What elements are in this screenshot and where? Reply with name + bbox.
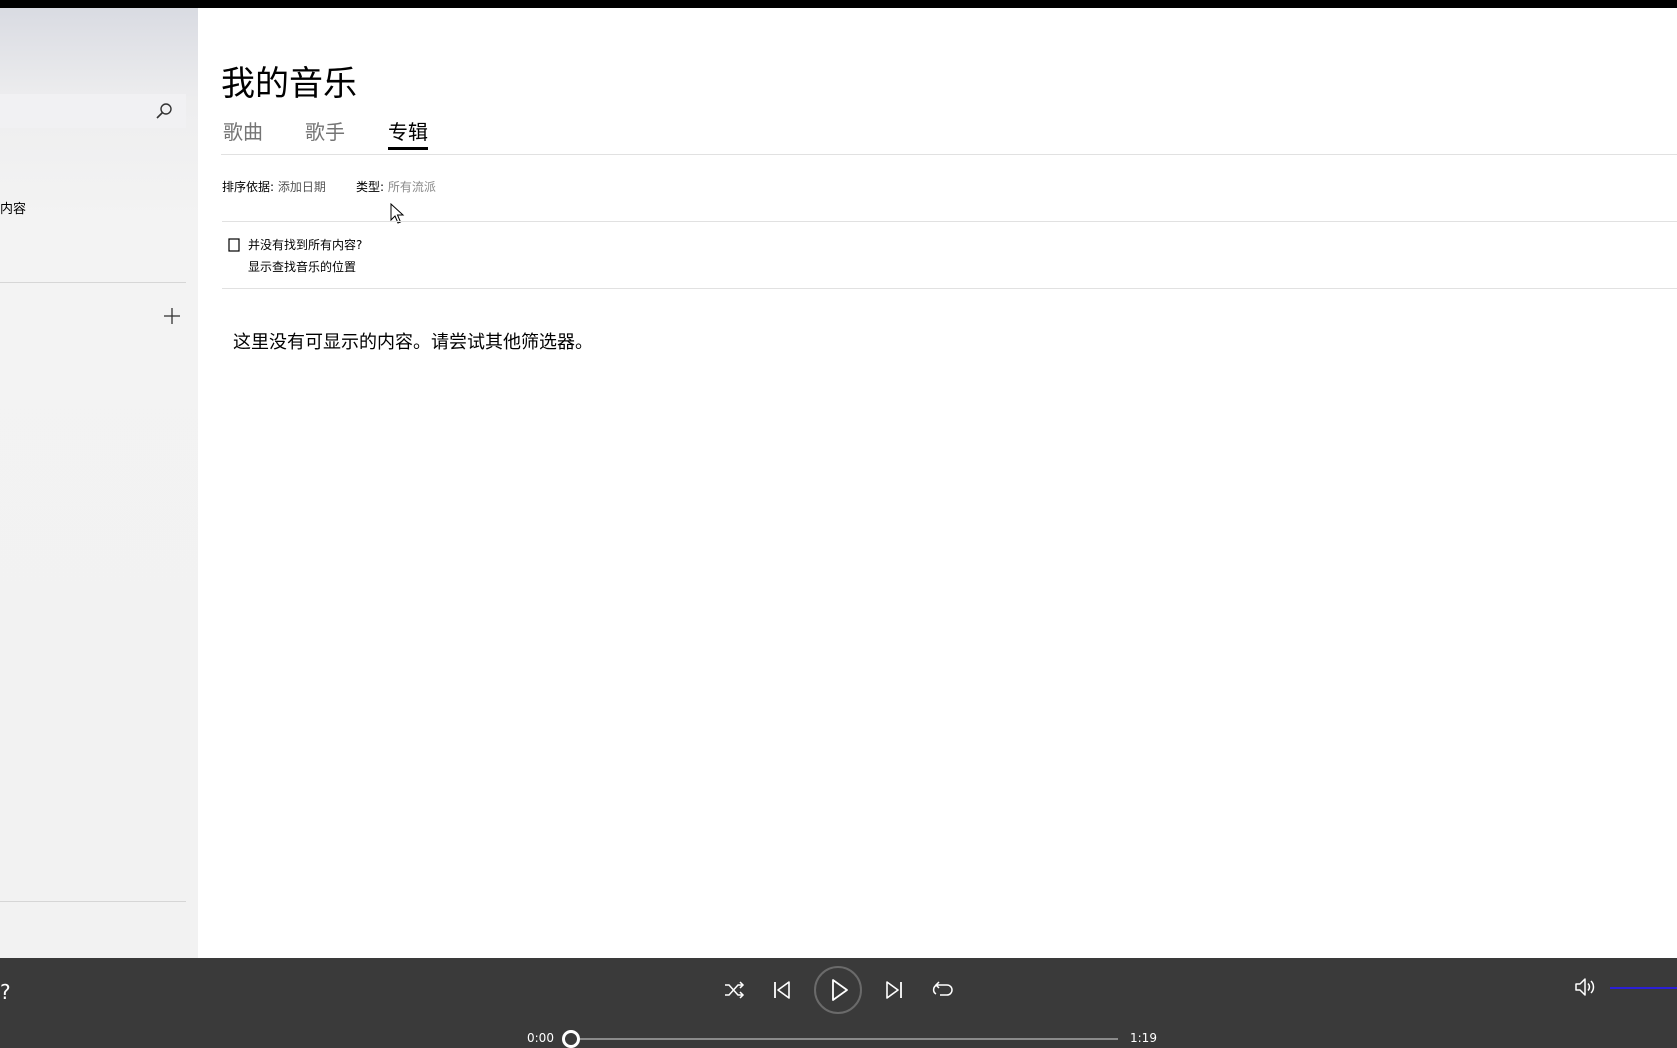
volume-slider[interactable] [1610,987,1677,989]
current-time: 0:00 [527,1031,554,1045]
search-input[interactable] [0,94,186,128]
type-label: 类型: [356,180,385,194]
repeat-icon[interactable] [928,976,956,1004]
sort-label: 排序依据: [222,180,275,194]
type-value[interactable]: 所有流派 [388,180,436,194]
music-app-window: 内容 我的音乐 歌曲 歌手 专辑 排序依据: 添加日期 类型: 所有流派 并没有… [0,8,1677,1048]
progress-track[interactable] [570,1038,1118,1040]
search-icon[interactable] [154,101,174,121]
empty-state-message: 这里没有可显示的内容。请尝试其他筛选器。 [233,332,593,353]
player-bar: ? 0:00 1:19 [0,958,1677,1048]
sidebar-divider [0,901,186,902]
previous-icon[interactable] [768,976,796,1004]
show-music-locations-link[interactable]: 显示查找音乐的位置 [248,258,356,275]
missing-content-title: 并没有找到所有内容? [248,238,363,252]
sidebar-divider [0,282,186,283]
notice-divider [222,288,1677,289]
type-filter[interactable]: 类型: 所有流派 [356,178,436,195]
folder-icon [228,238,240,252]
play-icon [832,979,848,1001]
next-icon[interactable] [880,976,908,1004]
sidebar-item-all-content[interactable]: 内容 [0,198,26,217]
total-time: 1:19 [1130,1031,1157,1045]
tab-albums[interactable]: 专辑 [388,116,428,150]
page-title: 我的音乐 [221,64,357,104]
add-playlist-icon[interactable] [162,306,182,326]
tab-artists[interactable]: 歌手 [305,116,345,145]
sort-filter[interactable]: 排序依据: 添加日期 [222,180,326,194]
shuffle-icon[interactable] [720,976,748,1004]
play-button[interactable] [814,966,862,1014]
progress-thumb[interactable] [562,1030,580,1048]
tabs-divider [221,154,1677,155]
help-icon[interactable]: ? [0,980,11,1004]
tab-songs[interactable]: 歌曲 [223,116,263,145]
sort-value[interactable]: 添加日期 [278,180,326,194]
filter-bar: 排序依据: 添加日期 类型: 所有流派 [222,178,436,195]
filter-divider [222,221,1677,222]
sidebar: 内容 [0,8,198,958]
volume-icon[interactable] [1572,974,1598,1000]
